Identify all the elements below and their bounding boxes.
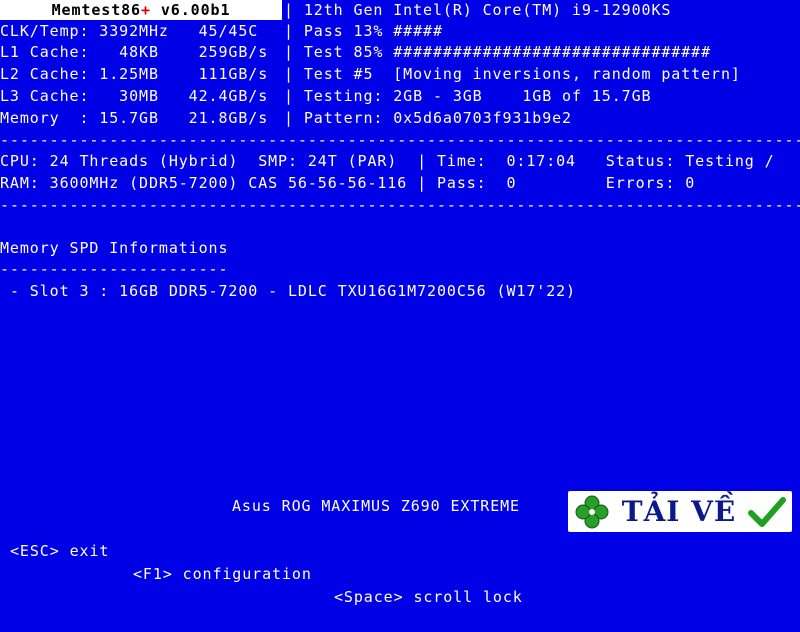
checkmark-icon <box>747 496 786 527</box>
spd-title-underline: ----------------------- <box>0 260 229 278</box>
clk-temp: CLK/Temp: 3392MHz 45/45C <box>0 22 259 40</box>
cpu-status-line: CPU: 24 Threads (Hybrid) SMP: 24T (PAR) … <box>0 152 775 170</box>
separator-bottom: ----------------------------------------… <box>0 196 800 214</box>
spd-slot-line: - Slot 3 : 16GB DDR5-7200 - LDLC TXU16G1… <box>0 282 576 300</box>
space-scroll-lock-key[interactable]: <Space> scroll lock <box>334 586 523 609</box>
f1-configuration-key[interactable]: <F1> configuration <box>133 563 312 586</box>
test-progress: | Test 85% #############################… <box>284 43 712 61</box>
app-plus-sign: + <box>141 1 151 19</box>
ram-status-line: RAM: 3600MHz (DDR5-7200) CAS 56-56-56-11… <box>0 174 696 192</box>
test-name: | Test #5 [Moving inversions, random pat… <box>284 65 741 83</box>
l3-cache: L3 Cache: 30MB 42.4GB/s <box>0 87 269 105</box>
l1-cache: L1 Cache: 48KB 259GB/s <box>0 43 269 61</box>
cpu-model: | 12th Gen Intel(R) Core(TM) i9-12900KS <box>284 1 672 19</box>
spd-title: Memory SPD Informations <box>0 239 229 257</box>
motherboard-name: Asus ROG MAXIMUS Z690 EXTREME <box>232 497 520 515</box>
clover-icon <box>575 495 609 528</box>
app-title-box: Memtest86+ v6.00b1 <box>0 0 282 20</box>
memory-info: Memory : 15.7GB 21.8GB/s <box>0 109 269 127</box>
testing-range: | Testing: 2GB - 3GB 1GB of 15.7GB <box>284 87 652 105</box>
memtest-screen: Memtest86+ v6.00b1 | 12th Gen Intel(R) C… <box>0 0 800 606</box>
separator-top: ----------------------------------------… <box>0 131 800 149</box>
watermark-logo: TẢI VỀ <box>568 491 792 532</box>
l2-cache: L2 Cache: 1.25MB 111GB/s <box>0 65 269 83</box>
watermark-text: TẢI VỀ <box>621 495 737 528</box>
esc-exit-key[interactable]: <ESC> exit <box>10 540 109 563</box>
pass-progress: | Pass 13% ##### <box>284 22 443 40</box>
app-name: Memtest86 <box>51 1 141 19</box>
pattern: | Pattern: 0x5d6a0703f931b9e2 <box>284 109 572 127</box>
app-version: v6.00b1 <box>150 1 231 19</box>
